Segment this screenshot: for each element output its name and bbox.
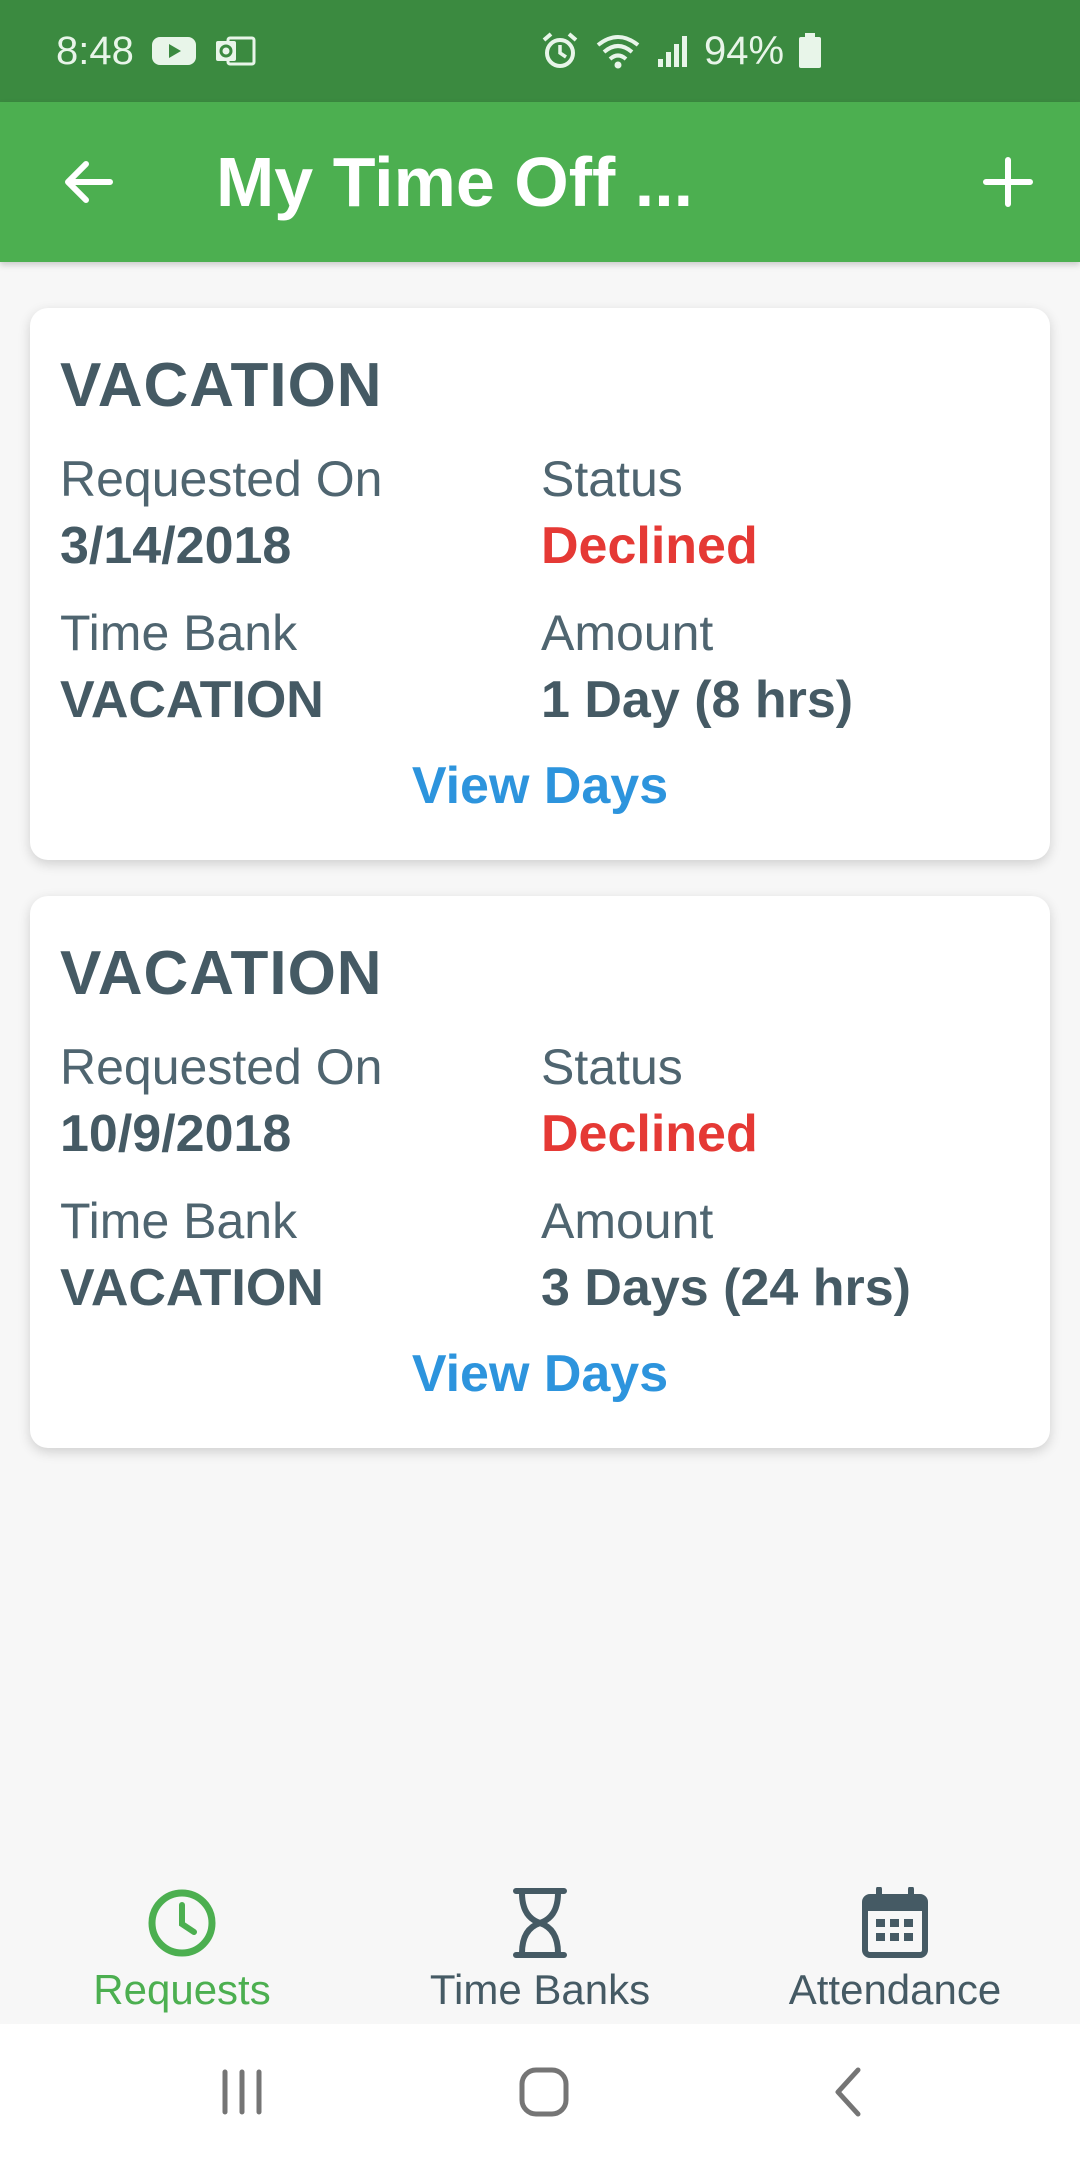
tab-requests-label: Requests xyxy=(93,1966,271,2013)
amount-value: 1 Day (8 hrs) xyxy=(541,671,854,729)
amount-label: Amount xyxy=(541,1193,714,1249)
status-value: Declined xyxy=(541,517,758,575)
view-days-button[interactable]: View Days xyxy=(30,756,1050,816)
time-bank-value: VACATION xyxy=(60,1259,324,1317)
home-button[interactable] xyxy=(504,2054,584,2130)
status-label: Status xyxy=(541,1039,683,1095)
clock-icon xyxy=(146,1886,218,1960)
status-label: Status xyxy=(541,451,683,507)
requested-on-label: Requested On xyxy=(60,451,383,507)
wifi-icon xyxy=(594,31,642,71)
arrow-left-icon xyxy=(65,161,113,203)
system-nav-bar xyxy=(0,2024,1080,2160)
status-value: Declined xyxy=(541,1105,758,1163)
request-card: VACATION Requested On 3/14/2018 Status D… xyxy=(30,308,1050,860)
tab-time-banks[interactable]: Time Banks xyxy=(400,1868,680,2024)
recents-button[interactable] xyxy=(202,2054,282,2130)
tab-time-banks-label: Time Banks xyxy=(429,1966,651,2013)
time-bank-label: Time Bank xyxy=(60,1193,298,1249)
requested-on-label: Requested On xyxy=(60,1039,383,1095)
battery-icon xyxy=(798,33,822,69)
time-bank-value: VACATION xyxy=(60,671,324,729)
youtube-icon xyxy=(151,35,196,67)
home-icon xyxy=(519,2067,569,2117)
amount-value: 3 Days (24 hrs) xyxy=(541,1259,911,1317)
signal-icon xyxy=(656,33,690,69)
alarm-icon xyxy=(540,31,580,71)
battery-percent: 94% xyxy=(704,28,785,73)
time-bank-label: Time Bank xyxy=(60,605,298,661)
requested-on-value: 10/9/2018 xyxy=(60,1105,292,1163)
bottom-nav: Requests Time Banks Attendance xyxy=(0,1868,1080,2024)
tab-attendance-label: Attendance xyxy=(788,1966,1002,2013)
request-card: VACATION Requested On 10/9/2018 Status D… xyxy=(30,896,1050,1448)
system-back-button[interactable] xyxy=(808,2054,888,2130)
request-type: VACATION xyxy=(60,351,383,420)
back-icon xyxy=(835,2067,861,2117)
app-bar: My Time Off ... xyxy=(0,102,1080,262)
calendar-icon xyxy=(862,1886,928,1960)
amount-label: Amount xyxy=(541,605,714,661)
plus-icon xyxy=(983,157,1033,207)
view-days-button[interactable]: View Days xyxy=(30,1344,1050,1404)
request-type: VACATION xyxy=(60,939,383,1008)
back-button[interactable] xyxy=(52,146,124,218)
status-time: 8:48 xyxy=(56,28,134,73)
hourglass-icon xyxy=(510,1886,570,1960)
add-request-button[interactable] xyxy=(972,146,1044,218)
page-title: My Time Off ... xyxy=(216,143,694,221)
requested-on-value: 3/14/2018 xyxy=(60,517,292,575)
recents-icon xyxy=(222,2069,262,2115)
outlook-icon xyxy=(214,34,256,68)
tab-attendance[interactable]: Attendance xyxy=(760,1868,1030,2024)
status-bar: 8:48 94% xyxy=(0,0,1080,102)
tab-requests[interactable]: Requests xyxy=(62,1868,302,2024)
